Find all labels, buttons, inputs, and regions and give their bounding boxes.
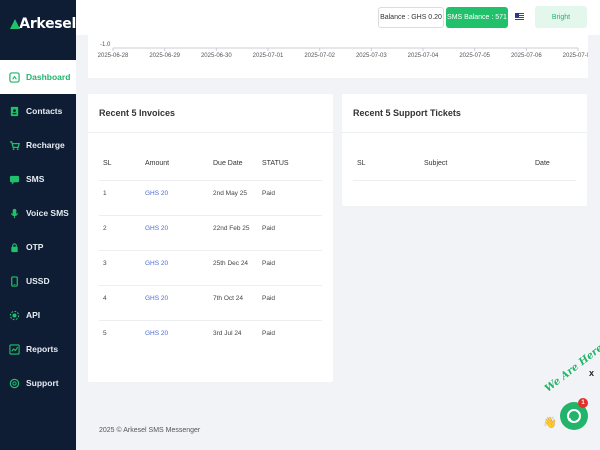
sidebar-item-support[interactable]: Support bbox=[0, 366, 76, 400]
invoice-sl: 5 bbox=[103, 330, 107, 337]
x-tick-label: 2025-07-04 bbox=[408, 53, 439, 59]
table-header-divider bbox=[353, 180, 576, 181]
x-tick-label: 2025-07-01 bbox=[253, 53, 284, 59]
ussd-icon bbox=[8, 275, 20, 287]
chat-bubble-icon bbox=[567, 409, 581, 423]
row-divider bbox=[99, 215, 322, 216]
y-tick-label: -1.0 bbox=[100, 42, 111, 48]
col-header-status: STATUS bbox=[262, 160, 289, 167]
invoice-due-date: 25th Dec 24 bbox=[213, 260, 249, 267]
chart-canvas: -1.0 2025-06-28 2025-06-29 2025-06-30 2025-0… bbox=[98, 42, 588, 59]
us-flag-icon[interactable] bbox=[515, 13, 524, 20]
x-tick-label: 2025-07-05 bbox=[459, 53, 490, 59]
invoice-status: Paid bbox=[262, 330, 276, 337]
invoice-amount-link[interactable]: GHS 20 bbox=[145, 330, 168, 337]
sidebar-item-ussd[interactable]: USSD bbox=[0, 264, 76, 298]
invoice-sl: 2 bbox=[103, 225, 107, 232]
invoice-status: Paid bbox=[262, 260, 276, 267]
sidebar-item-api[interactable]: API bbox=[0, 298, 76, 332]
sidebar-item-reports[interactable]: Reports bbox=[0, 332, 76, 366]
invoice-sl: 1 bbox=[103, 190, 107, 197]
sidebar-item-label: OTP bbox=[26, 242, 44, 252]
sms-balance-badge: SMS Balance : 571 bbox=[446, 7, 508, 28]
x-tick-label: 2025-06-30 bbox=[201, 53, 232, 59]
top-bar: Balance : GHS 0.20 SMS Balance : 571 Bri… bbox=[76, 0, 600, 35]
invoices-title: Recent 5 Invoices bbox=[99, 108, 176, 118]
footer-copyright: 2025 © Arkesel SMS Messenger bbox=[99, 427, 201, 434]
row-divider bbox=[99, 250, 322, 251]
invoice-status: Paid bbox=[262, 295, 276, 302]
recent-invoices-card: Recent 5 Invoices SL Amount Due Date STA… bbox=[88, 94, 333, 382]
col-header-amount: Amount bbox=[145, 160, 170, 167]
recent-support-tickets-card: Recent 5 Support Tickets SL Subject Date bbox=[342, 94, 587, 206]
support-icon bbox=[8, 377, 20, 389]
brand-logo[interactable]: Arkesel bbox=[0, 0, 76, 48]
invoice-amount-link[interactable]: GHS 20 bbox=[145, 190, 168, 197]
table-header-divider bbox=[99, 180, 322, 181]
x-tick-label: 2025-07-07 bbox=[563, 53, 588, 59]
sidebar-item-label: Support bbox=[26, 378, 59, 388]
sidebar-item-label: Recharge bbox=[26, 140, 65, 150]
x-tick-label: 2025-06-28 bbox=[98, 53, 129, 59]
sidebar-item-otp[interactable]: OTP bbox=[0, 230, 76, 264]
sidebar-item-dashboard[interactable]: Dashboard bbox=[0, 60, 76, 94]
x-tick-label: 2025-07-06 bbox=[511, 53, 542, 59]
account-balance: Balance : GHS 0.20 bbox=[378, 7, 444, 28]
sidebar: Arkesel Dashboard Contacts Recharge SMS bbox=[0, 0, 76, 450]
row-divider bbox=[99, 285, 322, 286]
invoice-sl: 4 bbox=[103, 295, 107, 302]
dashboard-icon bbox=[8, 71, 20, 83]
sidebar-item-recharge[interactable]: Recharge bbox=[0, 128, 76, 162]
reports-icon bbox=[8, 343, 20, 355]
col-header-date: Date bbox=[535, 160, 550, 167]
chat-unread-badge: 1 bbox=[578, 398, 588, 408]
sidebar-item-sms[interactable]: SMS bbox=[0, 162, 76, 196]
cart-icon bbox=[8, 139, 20, 151]
invoice-sl: 3 bbox=[103, 260, 107, 267]
voice-icon bbox=[8, 207, 20, 219]
sidebar-item-label: API bbox=[26, 310, 41, 320]
x-tick-label: 2025-07-02 bbox=[304, 53, 335, 59]
invoice-due-date: 3rd Jul 24 bbox=[213, 330, 242, 337]
sidebar-item-voice-sms[interactable]: Voice SMS bbox=[0, 196, 76, 230]
theme-bright-button[interactable]: Bright bbox=[535, 6, 587, 28]
otp-icon bbox=[8, 241, 20, 253]
invoice-amount-link[interactable]: GHS 20 bbox=[145, 260, 168, 267]
sidebar-item-label: SMS bbox=[26, 174, 45, 184]
card-divider bbox=[342, 132, 587, 133]
brand-name: Arkesel bbox=[19, 16, 76, 32]
sidebar-item-label: Contacts bbox=[26, 106, 63, 116]
sms-usage-chart: -1.0 2025-06-28 2025-06-29 2025-06-30 2025-0… bbox=[88, 35, 588, 78]
sidebar-item-label: USSD bbox=[26, 276, 50, 286]
sms-icon bbox=[8, 173, 20, 185]
invoice-due-date: 22nd Feb 25 bbox=[213, 225, 250, 232]
invoice-due-date: 2nd May 25 bbox=[213, 190, 247, 197]
tickets-title: Recent 5 Support Tickets bbox=[353, 108, 461, 118]
api-icon bbox=[8, 309, 20, 321]
invoice-amount-link[interactable]: GHS 20 bbox=[145, 295, 168, 302]
sidebar-nav: Dashboard Contacts Recharge SMS Voice SM… bbox=[0, 60, 76, 400]
col-header-due-date: Due Date bbox=[213, 160, 243, 167]
invoice-due-date: 7th Oct 24 bbox=[213, 295, 243, 302]
waving-hand-icon: 👋 bbox=[543, 417, 557, 429]
sidebar-item-label: Voice SMS bbox=[26, 208, 69, 218]
sidebar-item-contacts[interactable]: Contacts bbox=[0, 94, 76, 128]
arkesel-logo-icon bbox=[10, 18, 21, 30]
chat-close-button[interactable]: x bbox=[589, 368, 594, 378]
contacts-icon bbox=[8, 105, 20, 117]
sidebar-item-label: Reports bbox=[26, 344, 59, 354]
invoice-amount-link[interactable]: GHS 20 bbox=[145, 225, 168, 232]
x-tick-label: 2025-07-03 bbox=[356, 53, 387, 59]
col-header-sl: SL bbox=[357, 160, 366, 167]
x-tick-label: 2025-06-29 bbox=[149, 53, 180, 59]
invoice-status: Paid bbox=[262, 225, 276, 232]
col-header-subject: Subject bbox=[424, 160, 448, 167]
card-divider bbox=[88, 132, 333, 133]
row-divider bbox=[99, 320, 322, 321]
invoice-status: Paid bbox=[262, 190, 276, 197]
sidebar-item-label: Dashboard bbox=[26, 72, 71, 82]
col-header-sl: SL bbox=[103, 160, 112, 167]
